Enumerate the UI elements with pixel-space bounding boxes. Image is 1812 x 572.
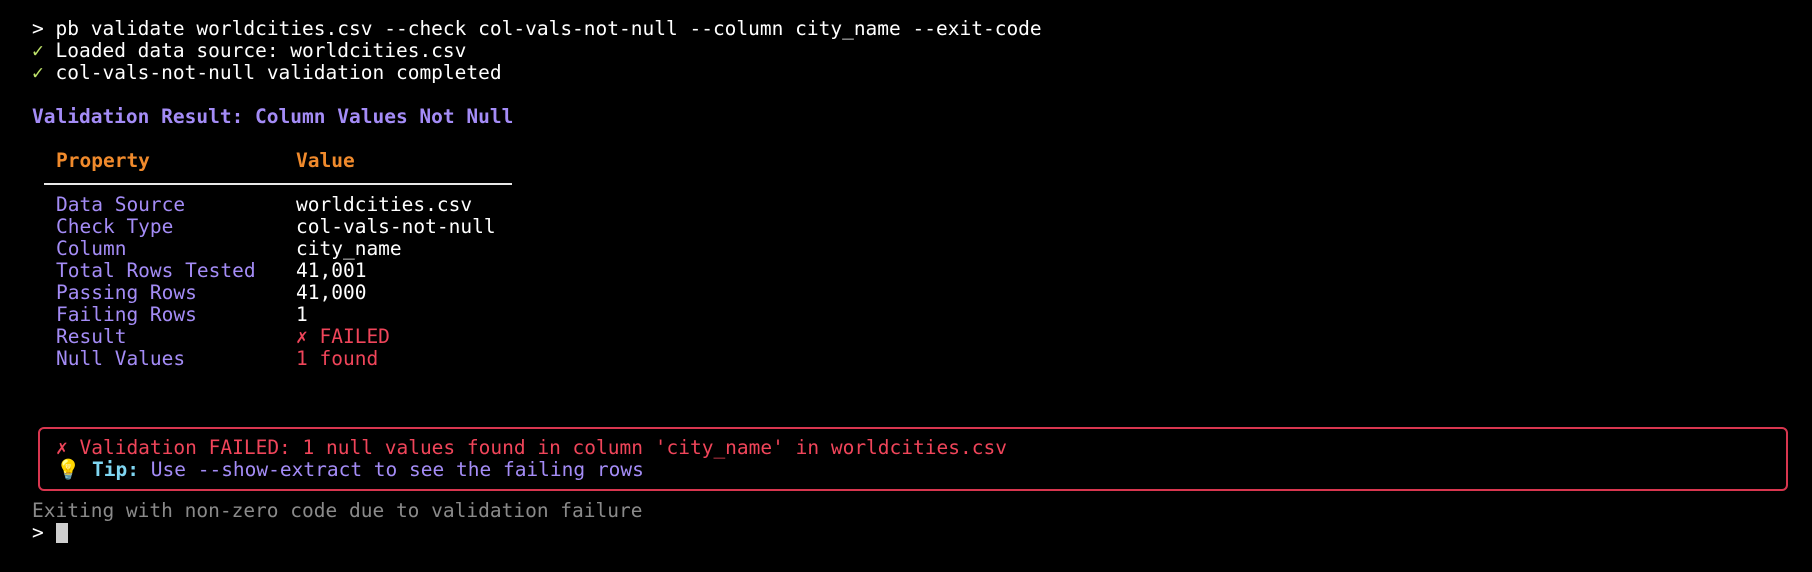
value-cell: 41,001 bbox=[296, 259, 367, 282]
value-cell: 41,000 bbox=[296, 281, 367, 304]
tip-label: Tip: bbox=[92, 458, 139, 481]
terminal-window: > pb validate worldcities.csv --check co… bbox=[32, 18, 1792, 572]
error-panel: ✗ Validation FAILED: 1 null values found… bbox=[38, 427, 1788, 491]
value-cell: col-vals-not-null bbox=[296, 215, 496, 238]
result-title: Validation Result: Column Values Not Nul… bbox=[32, 105, 514, 128]
property-cell: Check Type bbox=[56, 215, 174, 238]
null-values-value: 1 found bbox=[296, 347, 379, 370]
table-row: Data Source worldcities.csv bbox=[44, 194, 1792, 216]
table-row: Failing Rows 1 bbox=[44, 304, 1792, 326]
table-header-row: Property Value bbox=[44, 150, 1792, 172]
property-cell: Null Values bbox=[56, 347, 186, 370]
property-cell: Failing Rows bbox=[56, 303, 197, 326]
checkmark-icon: ✓ bbox=[32, 61, 44, 84]
property-cell: Passing Rows bbox=[56, 281, 197, 304]
value-cell: 1 bbox=[296, 303, 308, 326]
property-cell: Result bbox=[56, 325, 127, 348]
command-line: > pb validate worldcities.csv --check co… bbox=[32, 18, 1792, 40]
table-row: Total Rows Tested 41,001 bbox=[44, 260, 1792, 282]
prompt-symbol: > bbox=[32, 521, 44, 544]
status-text: Loaded data source: worldcities.csv bbox=[55, 39, 467, 62]
table-row: Column city_name bbox=[44, 238, 1792, 260]
result-table: Property Value Data Source worldcities.c… bbox=[44, 150, 1792, 370]
property-cell: Total Rows Tested bbox=[56, 259, 256, 282]
error-message: ✗ Validation FAILED: 1 null values found… bbox=[56, 436, 1007, 459]
status-text: col-vals-not-null validation completed bbox=[55, 61, 502, 84]
status-line: ✓ Loaded data source: worldcities.csv bbox=[32, 40, 1792, 62]
table-row: Null Values 1 found bbox=[44, 348, 1792, 370]
input-prompt-line[interactable]: > bbox=[32, 522, 68, 544]
property-cell: Column bbox=[56, 237, 127, 260]
value-cell: city_name bbox=[296, 237, 402, 260]
prompt-symbol: > bbox=[32, 17, 44, 40]
column-header-property: Property bbox=[56, 149, 150, 172]
lightbulb-icon: 💡 bbox=[56, 458, 81, 481]
checkmark-icon: ✓ bbox=[32, 39, 44, 62]
text-cursor[interactable] bbox=[55, 523, 68, 543]
tip-text: Use --show-extract to see the failing ro… bbox=[150, 458, 644, 481]
table-row: Check Type col-vals-not-null bbox=[44, 216, 1792, 238]
status-line: ✓ col-vals-not-null validation completed bbox=[32, 62, 1792, 84]
property-cell: Data Source bbox=[56, 193, 186, 216]
exit-message: Exiting with non-zero code due to valida… bbox=[32, 499, 643, 522]
command-text: pb validate worldcities.csv --check col-… bbox=[55, 17, 1042, 40]
tip-line: 💡 Tip: Use --show-extract to see the fai… bbox=[56, 459, 1786, 481]
column-header-value: Value bbox=[296, 149, 355, 172]
value-cell: worldcities.csv bbox=[296, 193, 473, 216]
header-divider bbox=[44, 183, 512, 185]
table-row: Passing Rows 41,000 bbox=[44, 282, 1792, 304]
table-row: Result ✗ FAILED bbox=[44, 326, 1792, 348]
result-status-value: ✗ FAILED bbox=[296, 325, 390, 348]
